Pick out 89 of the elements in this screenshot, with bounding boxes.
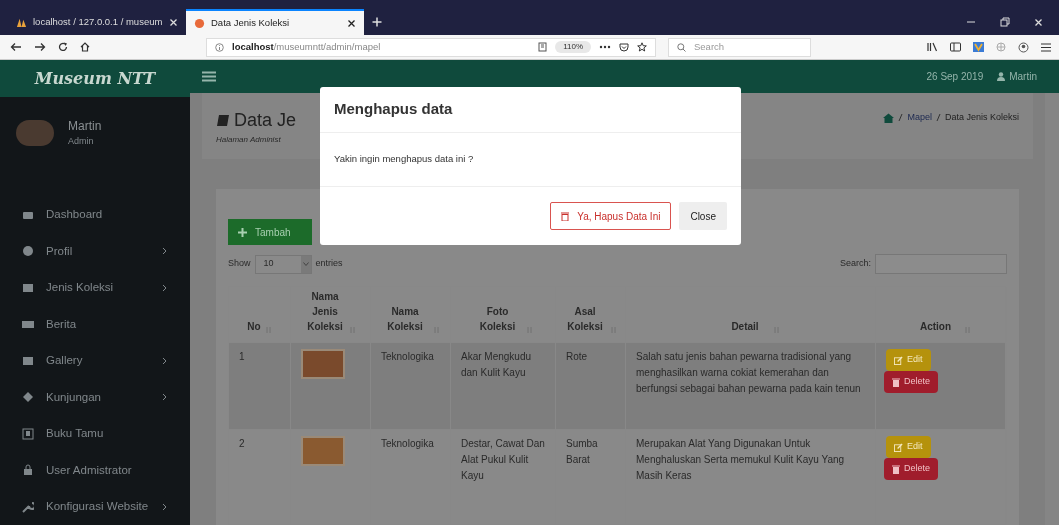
- column-header[interactable]: Asal Koleksi: [564, 304, 606, 334]
- edit-icon: [894, 442, 903, 452]
- modal-title: Menghapus data: [334, 99, 453, 120]
- star-icon[interactable]: [637, 42, 647, 52]
- table-cell-text: Destar, Cawat Dan Alat Pukul Kulit Kayu: [461, 437, 545, 483]
- search-icon: [677, 42, 686, 52]
- sidebar-item[interactable]: Jenis Koleksi: [0, 269, 190, 306]
- trash-icon: [892, 377, 900, 387]
- page-title: Data Je: [234, 109, 297, 132]
- forward-arrow-icon[interactable]: [34, 42, 46, 52]
- photo-placeholder: [301, 349, 345, 379]
- info-icon: [215, 42, 224, 52]
- user-role: Admin: [68, 135, 95, 148]
- sidebar-item[interactable]: Kunjungan: [0, 379, 190, 416]
- show-label: Show: [228, 257, 251, 271]
- browser-tab[interactable]: Data Jenis Koleksi: [186, 9, 364, 35]
- separator-icon: [935, 113, 941, 123]
- library-icon[interactable]: [927, 42, 938, 52]
- table-cell-text: Teknologika: [381, 437, 435, 451]
- column-header[interactable]: Nama Jenis Koleksi: [305, 289, 345, 334]
- edit-button[interactable]: Edit: [886, 349, 931, 371]
- menu-icon[interactable]: [1041, 42, 1051, 52]
- avatar: [16, 119, 54, 146]
- sidebar-item[interactable]: Berita: [0, 306, 190, 343]
- table-cell-text: Rote: [566, 350, 589, 364]
- user-icon: [997, 72, 1006, 81]
- trash-icon: [561, 211, 570, 221]
- entries-label: entries: [315, 257, 343, 271]
- delete-button[interactable]: Delete: [884, 371, 938, 393]
- sidebar-item[interactable]: Dashboard: [0, 196, 190, 233]
- breadcrumb-link[interactable]: Mapel: [907, 111, 932, 125]
- sailboat-icon: [16, 16, 27, 28]
- table-cell-text: Sumba Barat: [566, 437, 599, 467]
- column-header[interactable]: Action: [911, 319, 960, 334]
- zoom-level[interactable]: 110%: [555, 41, 591, 53]
- trash-icon: [892, 464, 900, 474]
- table-cell-text: 1: [239, 350, 246, 364]
- modal-message: Yakin ingin menghapus data ini ?: [334, 152, 474, 167]
- lock-icon: [22, 464, 34, 477]
- page-subtitle: Halaman Administ: [216, 134, 282, 146]
- add-button[interactable]: Tambah: [228, 219, 312, 245]
- brand-logo: Museum NTT: [34, 67, 156, 90]
- search-field[interactable]: Search: [668, 37, 811, 57]
- column-header[interactable]: Detail: [721, 319, 769, 334]
- sidebar-icon[interactable]: [950, 42, 961, 52]
- more-icon[interactable]: [599, 45, 611, 49]
- reload-icon[interactable]: [58, 42, 68, 52]
- table-cell-text: Merupakan Alat Yang Digunakan Untuk Menghaluskan Serta memukul Kulit Kayu Yang Masih Keras: [636, 437, 846, 483]
- user-menu[interactable]: Martin: [997, 69, 1037, 84]
- sidebar-item[interactable]: Profil: [0, 233, 190, 270]
- sidebar-item[interactable]: Gallery: [0, 342, 190, 379]
- photo-placeholder: [301, 436, 345, 466]
- caret-icon: [302, 262, 309, 266]
- plus-icon[interactable]: [372, 17, 382, 27]
- tab-title: localhost / 127.0.0.1 / museum: [33, 14, 163, 29]
- user-name: Martin: [68, 118, 102, 135]
- sidebar-item[interactable]: Konfigurasi Website: [0, 488, 190, 525]
- wrench-icon: [22, 500, 34, 513]
- tab-title: Data Jenis Koleksi: [211, 15, 291, 30]
- breadcrumb-current: Data Jenis Koleksi: [944, 111, 1019, 124]
- sidebar-item[interactable]: Buku Tamu: [0, 415, 190, 452]
- delete-button[interactable]: Delete: [884, 458, 938, 480]
- url-text: localhost/museumntt/admin/mapel: [232, 39, 382, 54]
- edit-button[interactable]: Edit: [886, 436, 931, 458]
- column-header[interactable]: No: [247, 319, 261, 334]
- pocket-icon[interactable]: [619, 42, 629, 52]
- confirm-delete-button[interactable]: Ya, Hapus Data Ini: [550, 202, 672, 230]
- diamond-icon: [22, 391, 34, 404]
- close-button[interactable]: Close: [679, 202, 727, 230]
- close-icon[interactable]: [347, 18, 356, 28]
- restore-icon[interactable]: [1000, 17, 1010, 27]
- table-cell-text: Akar Mengkudu dan Kulit Kayu: [461, 350, 533, 380]
- home-icon[interactable]: [80, 42, 90, 52]
- column-header[interactable]: Foto Koleksi: [473, 304, 522, 334]
- separator-icon: [898, 113, 904, 123]
- plus-icon: [238, 227, 247, 237]
- table-cell-text: Teknologika: [381, 350, 435, 364]
- table-cell-text: 2: [239, 437, 246, 451]
- sidebar-item[interactable]: User Admistrator: [0, 452, 190, 489]
- table-cell-text: Salah satu jenis bahan pewarna tradisional yang menghasilkan warna cokiat kemerahan dan berfungsi sebagai bahan pewarna pada kain tenun: [636, 350, 862, 396]
- header-date: 26 Sep 2019: [926, 70, 984, 84]
- page-icon[interactable]: [538, 42, 548, 52]
- back-arrow-icon[interactable]: [10, 42, 22, 52]
- column-header[interactable]: Nama Koleksi: [381, 304, 429, 334]
- edit-icon: [894, 355, 903, 365]
- address-bar[interactable]: localhost/museumntt/admin/mapel 110%: [206, 37, 656, 57]
- account-icon[interactable]: [1018, 41, 1029, 53]
- entries-select[interactable]: 10: [254, 254, 312, 274]
- search-label: Search:: [839, 257, 871, 271]
